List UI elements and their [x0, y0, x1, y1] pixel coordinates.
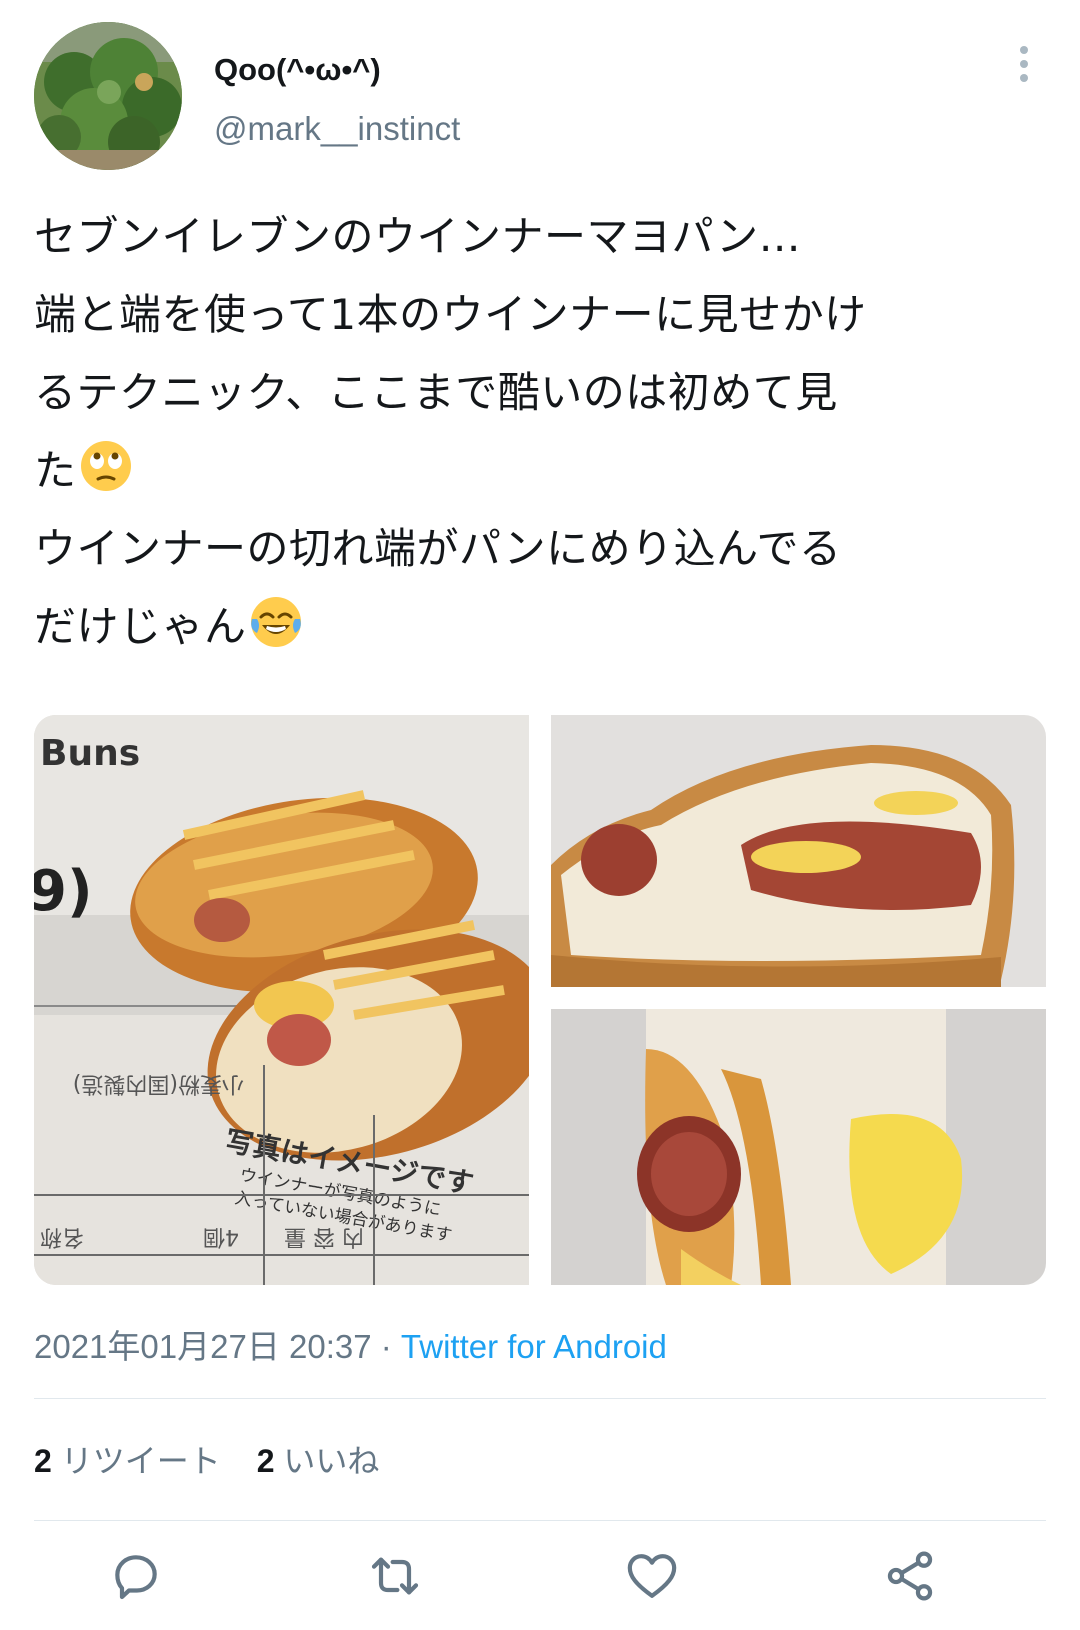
package-text: 内 容 量: [284, 1224, 364, 1249]
source-link[interactable]: Twitter for Android: [401, 1328, 667, 1365]
like-stat[interactable]: 2 いいね: [257, 1443, 380, 1479]
digit-label: 9): [34, 859, 93, 924]
tweet-line: だけじゃん: [34, 602, 247, 651]
tweet-stats: 2 リツイート 2 いいね: [34, 1436, 415, 1482]
media-photo-bun-cross-section[interactable]: [551, 715, 1046, 987]
like-icon[interactable]: [624, 1548, 684, 1608]
face-with-rolling-eyes-icon: [80, 441, 131, 491]
share-icon[interactable]: [882, 1548, 942, 1608]
package-text: 4個: [203, 1224, 239, 1249]
retweet-icon[interactable]: [367, 1548, 427, 1608]
tweet-line: セブンイレブンのウインナーマヨパン…: [34, 212, 802, 261]
media-photo-bun-closeup[interactable]: [551, 1009, 1046, 1285]
timestamp[interactable]: 2021年01月27日 20:37: [34, 1328, 372, 1365]
retweets-label: リツイート: [60, 1443, 221, 1479]
user-handle[interactable]: @mark__instinct: [214, 110, 460, 148]
divider: [34, 1398, 1046, 1399]
display-name[interactable]: Qoo(^•ω•^): [214, 52, 381, 88]
tweet-line: 端と端を使って1本のウインナーに見せかけ: [34, 290, 867, 339]
divider: [34, 1520, 1046, 1521]
tweet-line: ウインナーの切れ端がパンにめり込んでる: [34, 524, 842, 573]
retweet-stat[interactable]: 2 リツイート: [34, 1443, 221, 1479]
likes-count: 2: [256, 1443, 275, 1479]
likes-label: いいね: [283, 1443, 380, 1479]
action-bar: [0, 1548, 1080, 1618]
tweet-text: セブンイレブンのウインナーマヨパン… 端と端を使って1本のウインナーに見せかけ …: [34, 198, 1044, 666]
more-icon[interactable]: [1014, 46, 1034, 86]
tweet-meta: 2021年01月27日 20:37 · Twitter for Android: [34, 1320, 667, 1368]
package-text: 名称: [40, 1224, 84, 1249]
meta-separator: ·: [371, 1328, 401, 1365]
tweet-line-with-emoji: だけじゃん: [34, 588, 1044, 666]
face-with-tears-of-joy-icon: [250, 597, 301, 647]
tweet-line: るテクニック、ここまで酷いのは初めて見: [34, 368, 838, 417]
retweets-count: 2: [34, 1443, 52, 1479]
reply-icon[interactable]: [108, 1548, 168, 1608]
buns-label: Buns: [40, 733, 140, 774]
tweet-line: た: [34, 446, 77, 495]
tweet-media: Buns 9) 写真はイメージです ウインナーが写真のように 入っていない場合が…: [34, 715, 1046, 1285]
avatar[interactable]: [34, 22, 182, 170]
tweet-header: Qoo(^•ω•^) @mark__instinct: [34, 22, 1046, 172]
package-text: 小麦粉(国内製造): [73, 1071, 244, 1096]
media-photo-package[interactable]: Buns 9) 写真はイメージです ウインナーが写真のように 入っていない場合が…: [34, 715, 529, 1285]
tweet-line-with-emoji: た: [34, 432, 1044, 510]
